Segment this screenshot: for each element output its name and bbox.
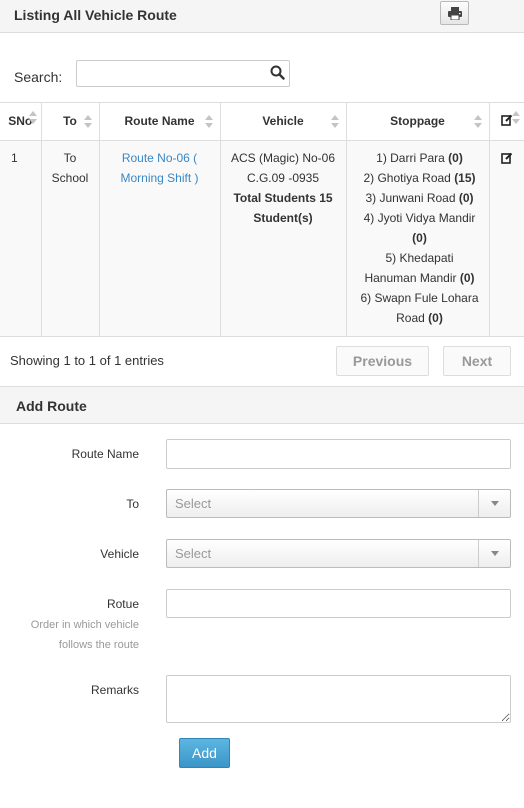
cell-vehicle: ACS (Magic) No-06 C.G.09 -0935 Total Stu… <box>220 140 347 336</box>
column-header-stoppage[interactable]: Stoppage <box>346 103 490 141</box>
cell-to: To School <box>41 140 100 336</box>
to-label: To <box>126 497 139 511</box>
stoppage-item: 6) Swapn Fule Lohara Road (0) <box>360 290 479 325</box>
stoppage-item: 1) Darri Para (0) <box>376 150 463 165</box>
sort-icon <box>330 115 339 129</box>
page-title: Listing All Vehicle Route <box>14 7 177 23</box>
column-header-vehicle[interactable]: Vehicle <box>220 103 347 141</box>
column-header-route-name[interactable]: Route Name <box>99 103 221 141</box>
route-name-label: Route Name <box>71 447 139 461</box>
table-header-row: SNo To Route Name Vehicle Stoppage <box>0 103 524 141</box>
chevron-down-icon <box>478 540 510 567</box>
add-button[interactable]: Add <box>179 738 230 768</box>
add-route-header: Add Route <box>0 386 524 424</box>
previous-button[interactable]: Previous <box>336 346 429 376</box>
edit-icon[interactable] <box>500 152 513 164</box>
column-header-to[interactable]: To <box>41 103 100 141</box>
search-input[interactable] <box>76 60 290 87</box>
sort-icon <box>204 115 213 129</box>
print-button[interactable] <box>440 1 469 25</box>
stoppage-item: 3) Junwani Road (0) <box>365 190 474 205</box>
vehicle-name: ACS (Magic) No-06 C.G.09 -0935 <box>230 150 336 185</box>
routes-table: SNo To Route Name Vehicle Stoppage 1 To … <box>0 102 524 337</box>
edit-icon <box>500 114 512 126</box>
page-header: Listing All Vehicle Route <box>0 0 524 33</box>
chevron-down-icon <box>478 490 510 517</box>
table-row: 1 To School Route No-06 ( Morning Shift … <box>0 140 524 336</box>
sort-icon <box>83 115 92 129</box>
to-select-value: Select <box>175 496 212 511</box>
vehicle-select-value: Select <box>175 546 212 561</box>
rotue-help-text: Order in which vehicle follows the route <box>30 619 139 651</box>
rotue-input[interactable] <box>166 589 511 618</box>
entries-info: Showing 1 to 1 of 1 entries <box>10 353 164 368</box>
route-name-input[interactable] <box>166 439 511 469</box>
remarks-textarea[interactable] <box>166 675 511 723</box>
remarks-label: Remarks <box>90 683 139 697</box>
stoppage-item: 2) Ghotiya Road (15) <box>363 170 476 185</box>
next-button[interactable]: Next <box>443 346 511 376</box>
sort-icon <box>512 111 520 125</box>
total-students: Total Students 15 Student(s) <box>233 190 333 225</box>
search-label: Search: <box>14 69 63 85</box>
stoppage-item: 4) Jyoti Vidya Mandir (0) <box>363 210 476 245</box>
to-select[interactable]: Select <box>166 489 511 518</box>
printer-icon <box>447 6 462 20</box>
sort-icon <box>28 111 37 125</box>
sort-icon <box>473 115 482 129</box>
cell-edit <box>489 140 524 336</box>
column-header-sno[interactable]: SNo <box>0 103 42 141</box>
rotue-label: Rotue <box>106 597 139 611</box>
cell-stoppage: 1) Darri Para (0) 2) Ghotiya Road (15) 3… <box>346 140 490 336</box>
column-header-edit[interactable] <box>489 103 524 141</box>
cell-sno: 1 <box>0 140 42 336</box>
add-route-title: Add Route <box>16 398 87 414</box>
stoppage-item: 5) Khedapati Hanuman Mandir (0) <box>364 250 475 285</box>
vehicle-select[interactable]: Select <box>166 539 511 568</box>
search-icon <box>270 65 285 80</box>
route-name-link[interactable]: Route No-06 ( Morning Shift ) <box>120 151 198 185</box>
vehicle-label: Vehicle <box>100 547 139 561</box>
